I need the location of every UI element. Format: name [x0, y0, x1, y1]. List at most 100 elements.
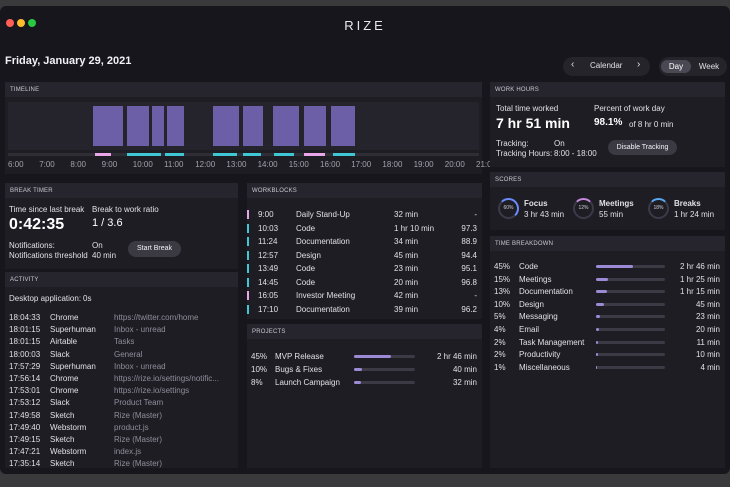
breakdown-bar-fill [596, 277, 609, 281]
project-bar-track [354, 381, 415, 384]
timeline-tick-label: 17:00 [351, 160, 372, 169]
breakdown-row[interactable]: 2% Task Management 11 min [490, 338, 725, 349]
score-sub: 3 hr 43 min [524, 210, 565, 219]
calendar-nav: ‹ Calendar › [563, 57, 650, 76]
breakdown-row[interactable]: 4% Email 20 min [490, 325, 725, 336]
timeline-block[interactable] [93, 106, 123, 146]
activity-detail: https://rize.io/settings [114, 386, 190, 396]
timeline-block[interactable] [167, 106, 184, 146]
activity-detail: index.js [114, 447, 142, 457]
activity-app: Slack [50, 349, 70, 359]
workblock-row[interactable]: 9:00 Daily Stand-Up 32 min - [247, 209, 482, 220]
timeline-block[interactable] [127, 106, 149, 146]
start-break-button[interactable]: Start Break [128, 241, 181, 257]
workblock-row[interactable]: 13:49 Code 23 min 95.1 [247, 263, 482, 274]
workblock-name: Code [296, 223, 316, 233]
calendar-button[interactable]: Calendar [590, 61, 622, 70]
breakdown-percent: 1% [494, 362, 506, 372]
breakdown-percent: 13% [494, 287, 511, 297]
app-title: RIZE [344, 18, 386, 33]
workblock-score: 95.1 [461, 264, 477, 273]
scores-title: SCORES [490, 172, 725, 187]
activity-time: 17:56:14 [9, 374, 41, 383]
projects-panel: PROJECTS 45% MVP Release 2 hr 46 min 10% Bug… [247, 324, 482, 468]
breakdown-row[interactable]: 13% Documentation 1 hr 15 min [490, 287, 725, 298]
activity-app: Sketch [50, 410, 75, 420]
timeline-title: TIMELINE [5, 82, 482, 97]
timeline-block[interactable] [243, 106, 263, 146]
workblock-name: Daily Stand-Up [296, 210, 350, 219]
activity-app: Chrome [50, 374, 79, 383]
workblock-name: Design [296, 250, 321, 260]
activity-detail: https://rize.io/settings/notific... [114, 374, 219, 383]
timeline-block[interactable] [273, 106, 299, 146]
threshold-value: 40 min [92, 251, 117, 260]
timeline-block[interactable] [304, 106, 326, 146]
breakdown-duration: 23 min [695, 312, 720, 322]
activity-row[interactable]: 17:53:01 Chrome https://rize.io/settings [5, 386, 238, 397]
workblock-row[interactable]: 10:03 Code 1 hr 10 min 97.3 [247, 223, 482, 234]
activity-row[interactable]: 17:53:12 Slack Product Team [5, 398, 238, 409]
workblock-row[interactable]: 16:05 Investor Meeting 42 min - [247, 290, 482, 301]
timeline-tick-label: 10:00 [132, 160, 153, 169]
activity-app: Sketch [50, 435, 75, 444]
activity-row[interactable]: 17:56:14 Chrome https://rize.io/settings/n… [5, 374, 238, 385]
activity-row[interactable]: 17:49:58 Sketch Rize (Master) [5, 411, 238, 422]
activity-row[interactable]: 18:01:15 Superhuman Inbox - unread [5, 325, 238, 336]
timeline-block[interactable] [331, 106, 355, 146]
timeline-tick-label: 18:00 [382, 160, 403, 169]
tracking-hours-label: Tracking Hours: [496, 149, 553, 158]
activity-row[interactable]: 18:00:03 Slack General [5, 350, 238, 361]
activity-detail: https://twitter.com/home [114, 313, 199, 322]
project-name: Bugs & Fixes [275, 365, 323, 374]
workblock-duration: 32 min [394, 210, 419, 219]
breakdown-row[interactable]: 5% Messaging 23 min [490, 312, 725, 323]
project-row[interactable]: 10% Bugs & Fixes 40 min [247, 365, 482, 376]
prev-day-icon[interactable]: ‹ [571, 59, 574, 70]
activity-row[interactable]: 17:49:40 Webstorm product.js [5, 423, 238, 434]
workblock-time: 10:03 [258, 223, 279, 233]
workblock-row[interactable]: 11:24 Documentation 34 min 88.9 [247, 236, 482, 247]
breakdown-row[interactable]: 10% Design 45 min [490, 300, 725, 311]
activity-row[interactable]: 18:01:15 Airtable Tasks [5, 337, 238, 348]
tracking-value: On [554, 139, 565, 148]
timeline-tick-label: 9:00 [101, 160, 118, 169]
project-row[interactable]: 45% MVP Release 2 hr 46 min [247, 352, 482, 363]
disable-tracking-button[interactable]: Disable Tracking [608, 140, 677, 155]
title-bar: RIZE [0, 6, 730, 44]
workblock-score: - [474, 210, 477, 219]
breakdown-percent: 2% [494, 350, 506, 360]
breakdown-bar-track [596, 265, 665, 268]
next-day-icon[interactable]: › [637, 59, 640, 70]
workblock-duration: 1 hr 10 min [394, 223, 435, 233]
workblock-row[interactable]: 17:10 Documentation 39 min 96.2 [247, 304, 482, 315]
week-view-button[interactable]: Week [693, 60, 725, 73]
breakdown-row[interactable]: 2% Productivity 10 min [490, 350, 725, 361]
activity-row[interactable]: 17:49:15 Sketch Rize (Master) [5, 435, 238, 446]
activity-row[interactable]: 17:47:21 Webstorm index.js [5, 447, 238, 458]
workblock-row[interactable]: 14:45 Code 20 min 96.8 [247, 277, 482, 288]
breakdown-row[interactable]: 1% Miscellaneous 4 min [490, 363, 725, 374]
breakdown-row[interactable]: 15% Meetings 1 hr 25 min [490, 275, 725, 286]
since-break-value: 0:42:35 [9, 216, 65, 233]
project-row[interactable]: 8% Launch Campaign 32 min [247, 378, 482, 389]
breakdown-row[interactable]: 45% Code 2 hr 46 min [490, 262, 725, 273]
activity-row[interactable]: 17:35:14 Sketch Rize (Master) [5, 459, 238, 470]
workblocks-panel: WORKBLOCKS 9:00 Daily Stand-Up 32 min - 10:0… [247, 183, 482, 319]
breakdown-bar-track [596, 365, 665, 369]
activity-row[interactable]: 17:57:29 Superhuman Inbox - unread [5, 362, 238, 373]
workblock-score: 96.8 [461, 277, 477, 287]
tracking-label: Tracking: [496, 139, 529, 148]
activity-app: Chrome [50, 386, 79, 396]
project-percent: 8% [251, 378, 263, 387]
activity-row[interactable]: 18:04:33 Chrome https://twitter.com/home [5, 313, 238, 324]
activity-detail: Rize (Master) [114, 435, 163, 444]
breakdown-bar-fill [596, 340, 598, 344]
notifications-label: Notifications: [9, 241, 55, 250]
work-segment [165, 153, 184, 156]
day-view-button[interactable]: Day [661, 60, 691, 73]
timeline-block[interactable] [152, 106, 164, 146]
workblock-color-bar [247, 277, 249, 287]
timeline-block[interactable] [213, 106, 239, 146]
workblock-row[interactable]: 12:57 Design 45 min 94.4 [247, 250, 482, 261]
